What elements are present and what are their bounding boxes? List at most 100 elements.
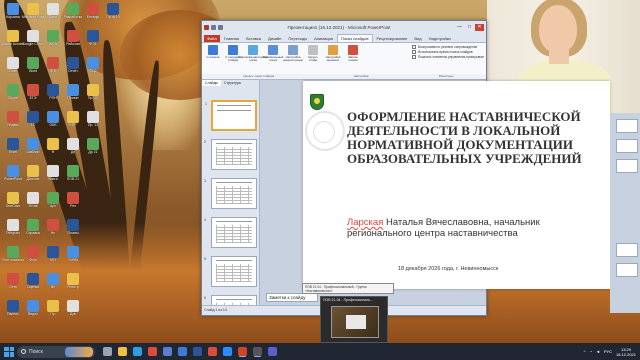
ribbon-button[interactable]: Настройка демонстрации bbox=[283, 45, 303, 77]
desktop-icon[interactable]: ЛГБ bbox=[42, 56, 64, 78]
tab-slides[interactable]: Слайды bbox=[202, 80, 222, 86]
desktop-icon[interactable]: Книга bbox=[42, 164, 64, 186]
desktop-icon[interactable]: ОЦ2 bbox=[82, 56, 104, 78]
ribbon-tab[interactable]: Анимация bbox=[311, 35, 336, 42]
yandex-icon[interactable] bbox=[208, 347, 217, 356]
desktop-icon[interactable]: Шаблон bbox=[22, 137, 44, 159]
desktop-icon[interactable]: ВПР bbox=[62, 110, 84, 132]
slide-author[interactable]: Ларская Наталья Вячеславовна, начальник … bbox=[347, 217, 592, 239]
desktop-icon[interactable]: Проект bbox=[62, 83, 84, 105]
task-view-icon[interactable] bbox=[103, 347, 112, 356]
explorer-icon[interactable] bbox=[118, 347, 127, 356]
tray-chevron-icon[interactable]: ^ bbox=[584, 349, 586, 354]
desktop-icon[interactable]: Диплом bbox=[22, 164, 44, 186]
slide-thumbnail[interactable]: 2 bbox=[204, 139, 257, 170]
ribbon-tab[interactable]: Вставка bbox=[243, 35, 264, 42]
desktop-icon[interactable]: Видео bbox=[22, 299, 44, 321]
search-box[interactable]: Поиск bbox=[17, 345, 95, 358]
ribbon-button[interactable]: Настройка времени bbox=[324, 45, 342, 77]
desktop-icon[interactable]: Фото bbox=[22, 245, 44, 267]
desktop-icon[interactable]: Справка bbox=[22, 218, 44, 240]
desktop-icon[interactable]: Excel bbox=[2, 137, 24, 159]
slide-canvas[interactable]: ОФОРМЛЕНИЕ НАСТАВНИЧЕСКОЙ ДЕЯТЕЛЬНОСТИ В… bbox=[303, 81, 610, 289]
notes-input[interactable]: Заметки к слайду bbox=[266, 293, 318, 302]
desktop-icon[interactable]: Ф 11 bbox=[82, 29, 104, 51]
close-button[interactable]: ✕ bbox=[475, 23, 484, 31]
slide-thumbnail[interactable]: 5 bbox=[204, 256, 257, 287]
desktop-icon[interactable]: Zoom bbox=[2, 56, 24, 78]
edge-icon[interactable] bbox=[133, 347, 142, 356]
slide-thumbnail[interactable]: 1 bbox=[205, 100, 257, 131]
checkbox[interactable] bbox=[412, 55, 416, 59]
zoom-icon[interactable] bbox=[223, 347, 232, 356]
desktop-icon[interactable]: МО bbox=[42, 245, 64, 267]
desktop-icon[interactable]: Google Chrome bbox=[22, 29, 44, 51]
desktop-icon[interactable]: Корзина bbox=[2, 2, 24, 24]
desktop-icon[interactable]: Устав bbox=[22, 191, 44, 213]
desktop-icon[interactable]: Дипл bbox=[42, 2, 64, 24]
desktop-icon[interactable]: Рез bbox=[62, 191, 84, 213]
desktop-icon[interactable]: Дн bbox=[62, 137, 84, 159]
desktop-icon[interactable]: Разработка bbox=[62, 2, 84, 24]
desktop-icon[interactable]: Microsoft Edge bbox=[22, 2, 44, 24]
ribbon-tab[interactable]: Показ слайдов bbox=[336, 34, 373, 42]
ribbon-button[interactable]: С начала bbox=[204, 45, 222, 77]
desktop-icon[interactable]: Этот компьютер bbox=[2, 245, 24, 267]
desktop-icon[interactable]: Пр.ф 10 bbox=[102, 2, 124, 24]
desktop-icon[interactable]: Word bbox=[22, 56, 44, 78]
ribbon-tab[interactable]: Файл bbox=[204, 35, 220, 42]
desktop-icon[interactable]: Сеть bbox=[2, 272, 24, 294]
camera-icon[interactable] bbox=[253, 347, 262, 356]
desktop-icon[interactable]: Отчёт bbox=[62, 56, 84, 78]
checkbox[interactable] bbox=[412, 45, 416, 49]
desktop-icon[interactable]: Пр. 10 bbox=[82, 83, 104, 105]
desktop-icon[interactable]: Рабочая bbox=[62, 29, 84, 51]
desktop-icon[interactable]: Панель bbox=[2, 299, 24, 321]
clock[interactable]: 13:29 16.12.2021 bbox=[616, 347, 636, 357]
slide-date[interactable]: 18 декабря 2026 года, г. Невинномысск bbox=[398, 266, 498, 272]
ribbon-option[interactable]: Использовать время показа слайдов bbox=[412, 50, 484, 54]
desktop-icon[interactable]: Adobe Acrobat bbox=[2, 29, 24, 51]
minimize-button[interactable]: — bbox=[455, 24, 464, 31]
ribbon-option[interactable]: Показать элементы управления проигрывате… bbox=[412, 55, 484, 59]
ribbon-button[interactable]: Широковещательный показ bbox=[238, 45, 268, 77]
maximize-button[interactable]: □ bbox=[465, 24, 474, 31]
window-titlebar[interactable]: Презентация1 (16.12.2021) - Microsoft Po… bbox=[202, 21, 486, 33]
tab-outline[interactable]: Структура bbox=[221, 80, 244, 86]
volume-icon[interactable]: ◄ bbox=[596, 349, 600, 354]
save-icon[interactable] bbox=[211, 24, 216, 30]
word-icon[interactable] bbox=[193, 347, 202, 356]
desktop-icon[interactable]: Skype bbox=[2, 83, 24, 105]
teams-icon[interactable] bbox=[268, 347, 277, 356]
desktop-icon[interactable]: Нп bbox=[42, 218, 64, 240]
store-icon[interactable] bbox=[163, 347, 172, 356]
desktop-icon[interactable]: Беседы bbox=[82, 2, 104, 24]
ribbon-button[interactable]: Произвольный показ bbox=[263, 45, 283, 77]
desktop-icon[interactable]: Др 21 bbox=[82, 137, 104, 159]
desktop-icon[interactable]: PowerPoint bbox=[2, 164, 24, 186]
powerpoint-icon[interactable] bbox=[238, 347, 247, 356]
desktop-icon[interactable]: Арх bbox=[42, 191, 64, 213]
desktop-icon[interactable]: Оценка bbox=[22, 272, 44, 294]
desktop-icon[interactable]: Планы bbox=[62, 218, 84, 240]
desktop-icon[interactable]: Яндекс bbox=[2, 110, 24, 132]
checkbox[interactable] bbox=[412, 50, 416, 54]
slide-thumbnail[interactable]: 4 bbox=[204, 217, 257, 248]
desktop-icon[interactable]: 1С bbox=[22, 110, 44, 132]
desktop-icon[interactable]: Пр. bbox=[42, 299, 64, 321]
ribbon-tab[interactable]: Надстройки bbox=[426, 35, 454, 42]
wifi-icon[interactable]: ◔ bbox=[590, 349, 592, 354]
slide-thumbnail[interactable]: 3 bbox=[204, 178, 257, 209]
desktop-icon[interactable]: ЕГЭ bbox=[22, 83, 44, 105]
desktop-icon[interactable]: ПОВ 21 bbox=[62, 164, 84, 186]
mail-icon[interactable] bbox=[178, 347, 187, 356]
desktop-icon[interactable]: ОКБ bbox=[42, 110, 64, 132]
ribbon-option[interactable]: Воспроизвести речевое сопровождение bbox=[412, 45, 484, 49]
ribbon-tab[interactable]: Дизайн bbox=[265, 35, 284, 42]
chrome-icon[interactable] bbox=[148, 347, 157, 356]
desktop-icon[interactable]: РПН bbox=[42, 83, 64, 105]
ribbon-tab[interactable]: Переходы bbox=[285, 35, 310, 42]
ribbon-tab[interactable]: Главная bbox=[221, 35, 242, 42]
desktop-icon[interactable]: Ф bbox=[42, 137, 64, 159]
desktop-icon[interactable]: Док bbox=[62, 299, 84, 321]
